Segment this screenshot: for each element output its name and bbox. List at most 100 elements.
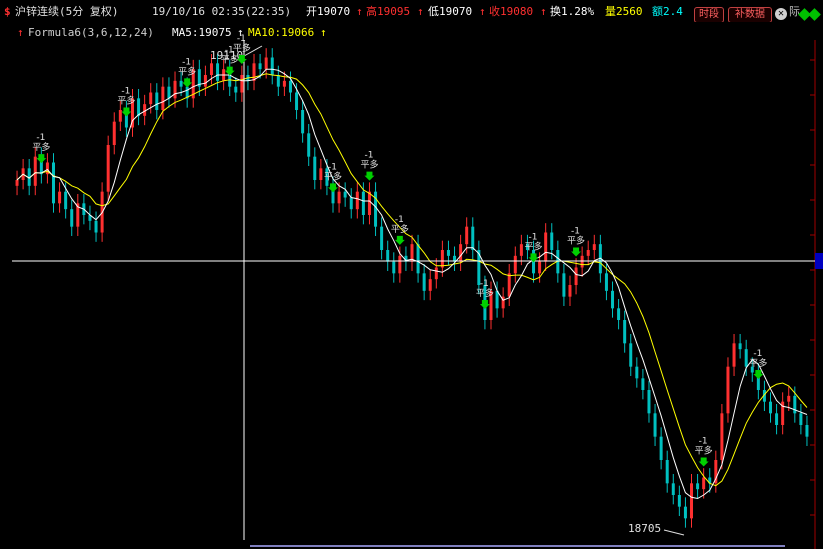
candle-body xyxy=(301,110,305,134)
candle-body xyxy=(51,162,55,204)
candle-body xyxy=(580,255,584,268)
candle-body xyxy=(252,63,256,81)
candle-body xyxy=(434,267,438,280)
candle-body xyxy=(392,261,396,274)
signal-text-label: 平多 xyxy=(567,235,585,247)
candle-body xyxy=(288,80,292,93)
candle-body xyxy=(276,75,280,87)
candle-body xyxy=(440,250,444,268)
candle-body xyxy=(738,343,742,350)
candle-body xyxy=(544,232,548,262)
low-annotation-leader xyxy=(663,529,685,536)
candle-body xyxy=(617,308,621,320)
candle-body xyxy=(58,191,62,204)
candle-body xyxy=(216,63,220,81)
candle-body xyxy=(635,366,639,379)
candle-body xyxy=(33,156,37,186)
candle-body xyxy=(367,191,371,215)
candle-body xyxy=(337,191,341,204)
candle-body xyxy=(550,232,554,250)
signal-text-label: 平多 xyxy=(749,357,767,369)
candle-body xyxy=(234,86,238,93)
signal-value-label: -1 xyxy=(699,437,708,447)
candle-body xyxy=(665,460,669,484)
candle-body xyxy=(702,477,706,490)
signal-value-label: -1 xyxy=(395,215,404,225)
candle-body xyxy=(258,63,262,70)
green-down-arrow-icon xyxy=(182,78,193,88)
candle-body xyxy=(671,483,675,495)
candle-body xyxy=(398,255,402,274)
candle-body xyxy=(70,209,74,227)
green-down-arrow-icon xyxy=(571,247,582,257)
candle-body xyxy=(629,343,633,367)
signal-value-label: -1 xyxy=(237,34,246,44)
candle-body xyxy=(106,145,110,192)
candle-body xyxy=(319,168,323,180)
candle-body xyxy=(416,244,420,274)
signal-text-label: 平多 xyxy=(233,42,251,54)
signal-value-label: -1 xyxy=(753,349,762,359)
candle-body xyxy=(270,57,274,75)
green-down-arrow-icon xyxy=(121,107,132,117)
candlestick-chart[interactable]: 1911018705-1平多-1平多-1平多-1平多-1平多-1平多-1平多-1… xyxy=(0,0,823,549)
candle-body xyxy=(495,290,499,309)
candle-body xyxy=(386,250,390,262)
candle-body xyxy=(149,92,153,105)
candle-body xyxy=(428,279,432,291)
candle-body xyxy=(203,75,207,87)
candle-body xyxy=(380,226,384,250)
candle-body xyxy=(787,395,791,402)
signal-text-label: 平多 xyxy=(178,65,196,77)
candle-body xyxy=(465,226,469,245)
candle-body xyxy=(696,483,700,490)
signal-value-label: -1 xyxy=(480,279,489,289)
candle-body xyxy=(604,273,608,291)
candle-body xyxy=(744,349,748,367)
crosshair-price-marker xyxy=(815,253,823,269)
green-down-arrow-icon xyxy=(224,66,235,76)
green-down-arrow-icon xyxy=(394,235,405,245)
candle-body xyxy=(574,267,578,285)
green-down-arrow-icon xyxy=(36,154,47,164)
candle-body xyxy=(161,86,165,110)
candle-body xyxy=(94,220,98,233)
green-down-arrow-icon xyxy=(479,300,490,309)
candle-body xyxy=(446,250,450,256)
green-down-arrow-icon xyxy=(698,457,709,467)
signal-text-label: 平多 xyxy=(32,141,50,153)
candle-body xyxy=(562,273,566,297)
candle-body xyxy=(653,413,657,437)
signal-text-label: 平多 xyxy=(324,170,342,182)
candle-body xyxy=(647,390,651,414)
signal-value-label: -1 xyxy=(36,133,45,143)
signal-value-label: -1 xyxy=(182,57,191,67)
signal-value-label: -1 xyxy=(121,87,130,97)
green-down-arrow-icon xyxy=(364,171,375,181)
candle-body xyxy=(805,425,809,437)
candle-body xyxy=(659,436,663,460)
candle-body xyxy=(732,343,736,367)
signal-text-label: 平多 xyxy=(525,240,543,252)
candle-body xyxy=(307,133,311,157)
signal-text-label: 平多 xyxy=(117,95,135,107)
candle-body xyxy=(769,401,773,414)
candle-body xyxy=(775,413,779,425)
candle-body xyxy=(355,191,359,210)
candle-body xyxy=(422,273,426,291)
candle-body xyxy=(592,244,596,250)
candle-body xyxy=(313,156,317,180)
candle-body xyxy=(568,285,572,297)
low-annotation: 18705 xyxy=(628,522,661,535)
ma5-line xyxy=(16,68,808,500)
signal-text-label: 平多 xyxy=(391,223,409,235)
candle-body xyxy=(507,273,511,297)
candle-body xyxy=(240,75,244,93)
candle-body xyxy=(361,191,365,215)
candle-body xyxy=(155,92,159,110)
signal-text-label: 平多 xyxy=(221,54,239,66)
candle-body xyxy=(173,80,177,99)
candle-body xyxy=(799,413,803,425)
candle-body xyxy=(519,244,523,256)
candle-body xyxy=(264,57,268,70)
